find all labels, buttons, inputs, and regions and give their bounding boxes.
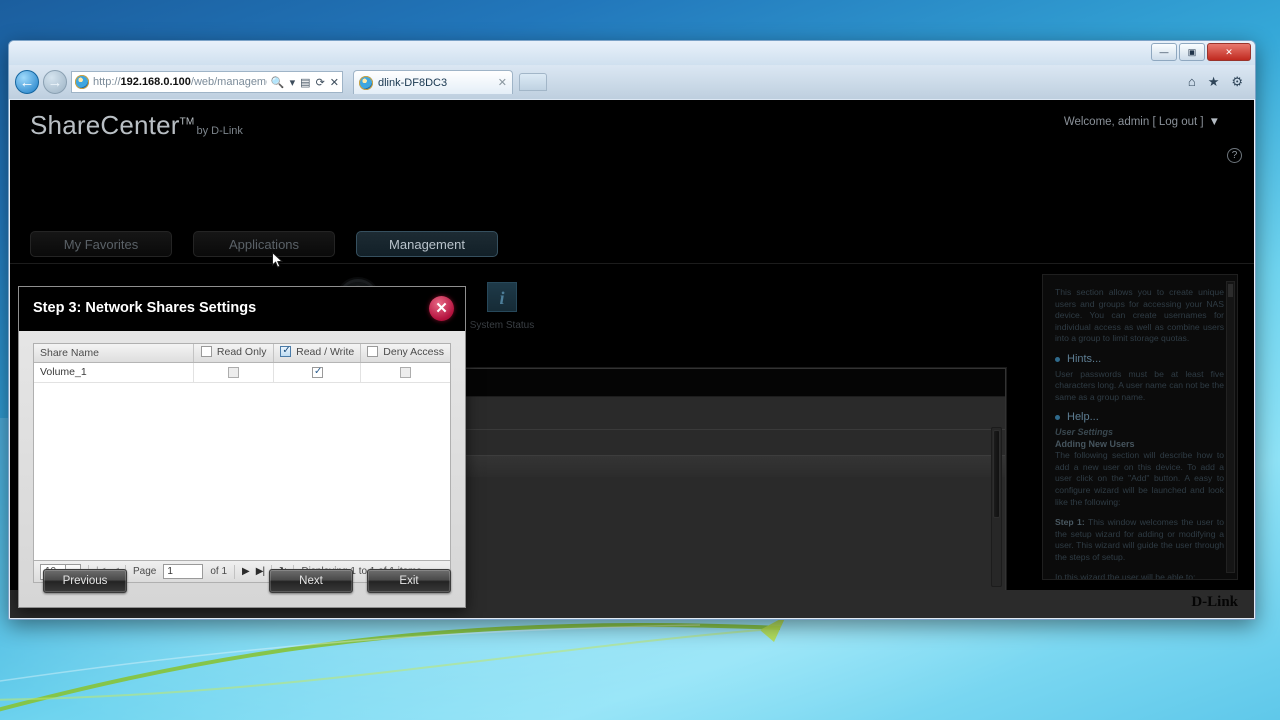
shares-table: Share Name Read Only ✓ Read / Write Deny… <box>34 344 450 383</box>
url-host: 192.168.0.100 <box>120 76 191 88</box>
tab-title: dlink-DF8DC3 <box>378 76 448 89</box>
forward-icon[interactable]: → <box>43 70 67 94</box>
shares-grid: Share Name Read Only ✓ Read / Write Deny… <box>33 343 451 561</box>
logo-text: ShareCenter <box>30 110 180 140</box>
cell-read-only <box>193 362 275 383</box>
tab-applications[interactable]: Applications <box>193 231 335 257</box>
header-checkbox-read-write[interactable] <box>280 344 292 357</box>
chevron-down-icon[interactable]: ▼ <box>1209 116 1220 128</box>
stop-icon[interactable]: ✕ <box>330 76 339 89</box>
browser-window: — ▣ ✕ ← → http://192.168.0.100/web/manag… <box>8 40 1256 620</box>
url-path: /web/management.html?id=accour <box>190 76 267 88</box>
browser-navigation-bar: ← → http://192.168.0.100/web/management.… <box>9 65 1255 99</box>
help-hints-body: User passwords must be at least five cha… <box>1055 368 1224 402</box>
favorites-star-icon[interactable]: ★ <box>1208 74 1220 90</box>
help-question-icon[interactable]: ? <box>1227 148 1242 163</box>
url-protocol: http:// <box>93 76 121 88</box>
chevron-down-icon[interactable]: ▾ <box>290 76 296 89</box>
address-bar-text: http://192.168.0.100/web/management.html… <box>93 76 267 88</box>
column-read-only: Read Only <box>193 344 275 363</box>
table-header-row: Share Name Read Only ✓ Read / Write Deny… <box>34 344 450 363</box>
cell-deny-access <box>360 362 450 383</box>
wizard-body: Share Name Read Only ✓ Read / Write Deny… <box>19 331 465 607</box>
help-help-heading: Help... <box>1055 412 1224 424</box>
column-label-deny-access: Deny Access <box>383 345 444 358</box>
help-hints-heading: Hints... <box>1055 353 1224 366</box>
close-window-button[interactable]: ✕ <box>1207 43 1251 61</box>
window-controls: — ▣ ✕ <box>1151 43 1251 61</box>
tab-my-favorites[interactable]: My Favorites <box>30 231 172 257</box>
wizard-title: Step 3: Network Shares Settings <box>33 300 257 316</box>
dlink-footer-logo: D-Link <box>1191 594 1238 610</box>
cell-read-write <box>273 362 362 383</box>
sharecenter-logo: ShareCenterTMby D-Link <box>30 110 243 141</box>
help-scrollbar-thumb[interactable] <box>1228 284 1233 297</box>
help-intro: This section allows you to create unique… <box>1055 287 1224 344</box>
tab-close-icon[interactable]: ✕ <box>498 76 507 89</box>
wizard-buttons: Previous Next Exit <box>33 569 451 593</box>
refresh-icon[interactable]: ⟳ <box>316 76 325 89</box>
welcome-text[interactable]: Welcome, admin [ Log out ] ▼ <box>1064 116 1220 128</box>
address-bar-icons: 🔍 ▾ ▤ ⟳ ✕ <box>271 76 339 89</box>
help-step1-label: Step 1: <box>1055 517 1085 528</box>
close-icon[interactable]: ✕ <box>429 296 454 321</box>
help-wizard-intro: In this wizard the user will be able to: <box>1055 572 1196 580</box>
main-nav-tabs: My Favorites Applications Management <box>30 231 498 257</box>
site-header: ShareCenterTMby D-Link Welcome, admin [ … <box>10 100 1254 163</box>
compatibility-view-icon[interactable]: ▤ <box>300 76 310 89</box>
home-icon[interactable]: ⌂ <box>1188 74 1196 90</box>
cell-share-name: Volume_1 <box>34 362 195 383</box>
content-scrollbar-thumb[interactable] <box>993 430 1000 519</box>
tab-management[interactable]: Management <box>356 231 498 257</box>
help-body-1: The following section will describe how … <box>1055 450 1224 507</box>
row-checkbox-deny-access[interactable] <box>400 366 412 378</box>
next-button[interactable]: Next <box>269 569 353 593</box>
help-section-heading: Adding New Users <box>1055 438 1135 449</box>
module-system-status[interactable]: i System Status <box>454 282 550 346</box>
content-scrollbar[interactable] <box>991 427 1002 587</box>
new-tab-button[interactable] <box>519 73 547 91</box>
tools-gear-icon[interactable]: ⚙ <box>1231 74 1243 90</box>
help-scrollbar[interactable] <box>1226 281 1235 573</box>
shares-table-head: Share Name Read Only ✓ Read / Write Deny… <box>34 344 450 363</box>
help-sidebar: This section allows you to create unique… <box>1042 274 1238 580</box>
column-label-read-write: Read / Write <box>296 345 355 358</box>
header-checkbox-deny-access[interactable] <box>367 346 379 357</box>
site-favicon-icon <box>75 75 89 89</box>
wizard-header: Step 3: Network Shares Settings ✕ <box>19 287 465 331</box>
browser-toolbar-icons: ⌂ ★ ⚙ <box>1188 74 1249 90</box>
row-checkbox-read-write[interactable] <box>311 365 324 378</box>
column-label-read-only: Read Only <box>216 345 267 358</box>
network-shares-wizard-dialog: Step 3: Network Shares Settings ✕ Share … <box>18 286 466 608</box>
welcome-label: Welcome, admin [ Log out ] <box>1063 116 1204 128</box>
column-deny-access: Deny Access <box>360 344 450 363</box>
address-bar[interactable]: http://192.168.0.100/web/management.html… <box>71 71 343 93</box>
column-share-name: Share Name <box>34 344 195 363</box>
tab-favicon-icon <box>359 75 373 90</box>
logo-trademark: TM <box>179 116 195 128</box>
shares-table-body: Volume_1 <box>34 362 450 383</box>
exit-button[interactable]: Exit <box>367 569 451 593</box>
browser-titlebar: — ▣ ✕ <box>9 41 1255 65</box>
row-checkbox-read-only[interactable] <box>228 366 240 378</box>
back-icon[interactable]: ← <box>15 70 39 94</box>
table-row[interactable]: Volume_1 <box>34 362 450 383</box>
header-checkbox-read-only[interactable] <box>200 346 212 357</box>
help-subtitle: User Settings <box>1055 426 1114 437</box>
help-step1: Step 1: This window welcomes the user to… <box>1055 517 1224 563</box>
info-icon: i <box>487 282 517 312</box>
browser-tab[interactable]: dlink-DF8DC3 ✕ <box>353 70 513 94</box>
previous-button[interactable]: Previous <box>43 569 127 593</box>
search-icon[interactable]: 🔍 <box>271 76 285 89</box>
minimize-button[interactable]: — <box>1151 43 1177 61</box>
logo-byline: by D-Link <box>196 125 243 137</box>
web-page: ShareCenterTMby D-Link Welcome, admin [ … <box>10 100 1254 618</box>
module-label-system-status: System Status <box>469 320 535 331</box>
maximize-button[interactable]: ▣ <box>1179 43 1205 61</box>
column-read-write: Read / Write <box>273 344 362 363</box>
